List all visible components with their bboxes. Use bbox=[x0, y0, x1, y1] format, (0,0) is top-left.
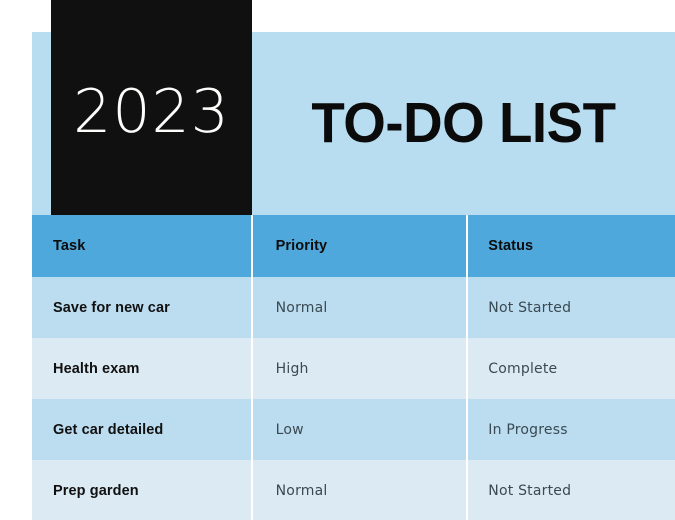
column-header-status-label: Status bbox=[488, 238, 534, 254]
cell-task: Save for new car bbox=[32, 277, 251, 338]
cell-priority: Normal bbox=[253, 277, 467, 338]
cell-priority: Low bbox=[253, 399, 467, 460]
table-row: Save for new car Normal Not Started bbox=[32, 277, 675, 338]
poster-title: TO-DO LIST bbox=[252, 32, 675, 215]
column-header-task-label: Task bbox=[53, 238, 86, 254]
cell-status-label: Not Started bbox=[488, 299, 572, 316]
cell-priority-label: High bbox=[275, 360, 309, 377]
cell-status: Not Started bbox=[468, 277, 675, 338]
table-header-row: Task Priority Status bbox=[32, 215, 675, 277]
cell-status-label: Not Started bbox=[488, 482, 572, 499]
year-block: 2023 bbox=[51, 0, 252, 215]
todo-table: Task Priority Status Save for new car No… bbox=[32, 215, 675, 520]
todo-list-poster: 2023 TO-DO LIST Task Priority Status Sav… bbox=[0, 0, 675, 520]
cell-priority-label: Normal bbox=[275, 299, 328, 316]
cell-status-label: Complete bbox=[488, 360, 558, 377]
cell-status: Complete bbox=[468, 338, 675, 399]
cell-priority: Normal bbox=[253, 460, 467, 520]
column-header-priority: Priority bbox=[253, 215, 467, 277]
table-row: Get car detailed Low In Progress bbox=[32, 399, 675, 460]
year-text: 2023 bbox=[73, 76, 230, 147]
cell-task-label: Save for new car bbox=[53, 299, 170, 316]
cell-priority: High bbox=[253, 338, 467, 399]
cell-task: Prep garden bbox=[32, 460, 251, 520]
table-row: Health exam High Complete bbox=[32, 338, 675, 399]
cell-task-label: Prep garden bbox=[53, 482, 139, 499]
cell-task-label: Get car detailed bbox=[53, 421, 164, 438]
column-header-status: Status bbox=[468, 215, 675, 277]
cell-priority-label: Normal bbox=[275, 482, 328, 499]
cell-status: Not Started bbox=[468, 460, 675, 520]
cell-task: Health exam bbox=[32, 338, 251, 399]
column-header-priority-label: Priority bbox=[275, 238, 328, 254]
cell-status: In Progress bbox=[468, 399, 675, 460]
cell-priority-label: Low bbox=[275, 421, 304, 438]
poster-title-text: TO-DO LIST bbox=[311, 91, 616, 155]
cell-task-label: Health exam bbox=[53, 360, 140, 377]
column-header-task: Task bbox=[32, 215, 251, 277]
cell-task: Get car detailed bbox=[32, 399, 251, 460]
table-row: Prep garden Normal Not Started bbox=[32, 460, 675, 520]
cell-status-label: In Progress bbox=[488, 421, 568, 438]
